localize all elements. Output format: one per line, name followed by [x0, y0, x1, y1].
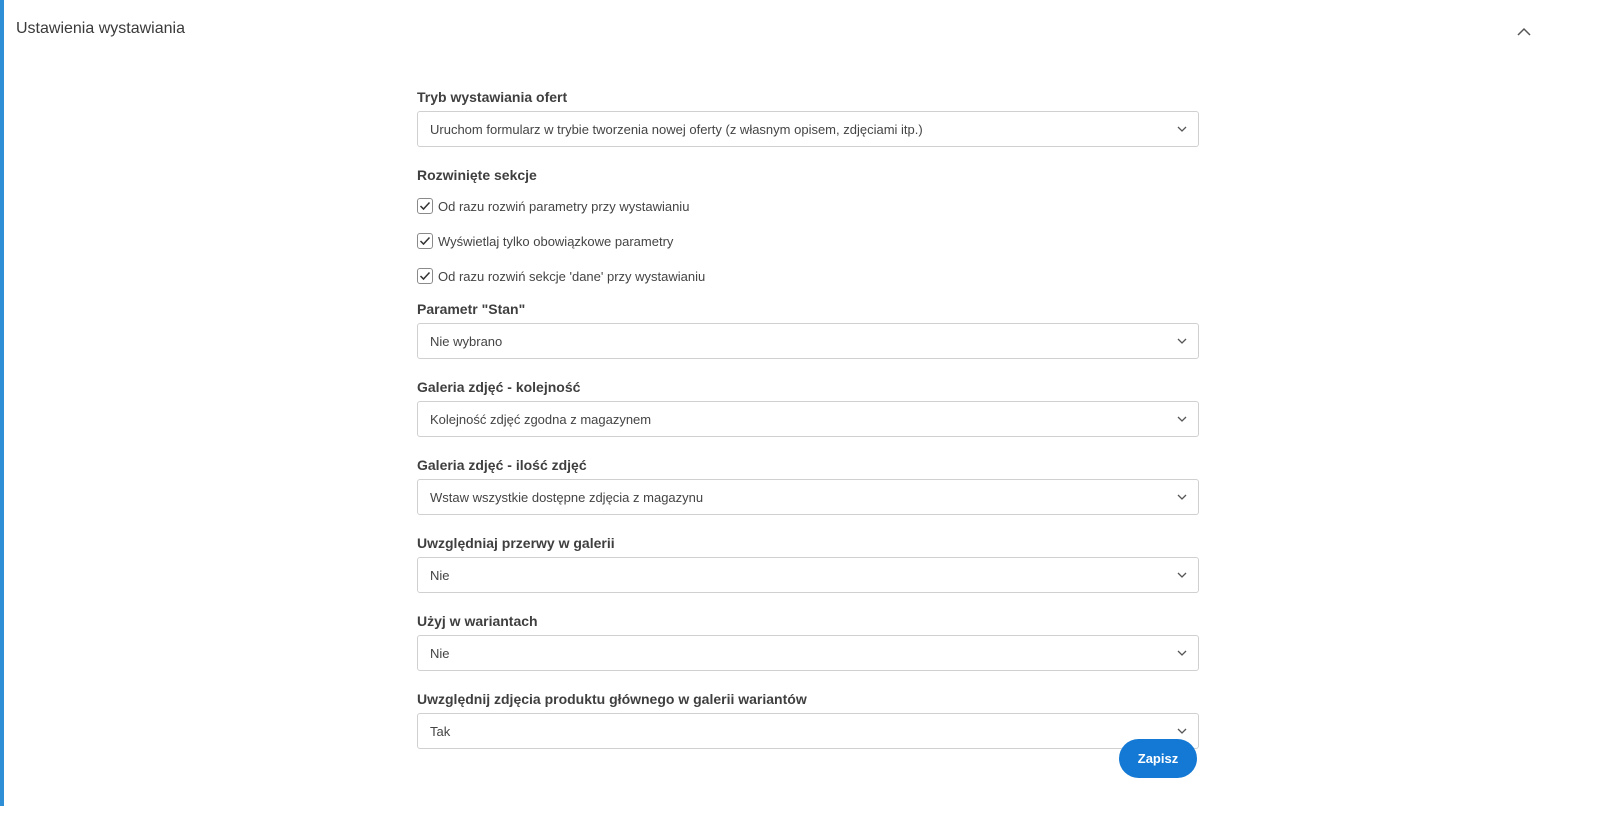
- save-button[interactable]: Zapisz: [1119, 739, 1197, 778]
- use-in-variants-select[interactable]: Nie: [417, 635, 1199, 671]
- main-product-photos-select[interactable]: Tak: [417, 713, 1199, 749]
- settings-panel: Ustawienia wystawiania Tryb wystawiania …: [0, 0, 1571, 806]
- checkbox-group: Od razu rozwiń parametry przy wystawiani…: [417, 196, 1199, 286]
- field-gallery-order: Galeria zdjęć - kolejność Kolejność zdję…: [417, 378, 1199, 437]
- field-sections: Rozwinięte sekcje Od razu rozwiń paramet…: [417, 166, 1199, 286]
- select-value: Tak: [430, 723, 451, 739]
- gallery-count-select[interactable]: Wstaw wszystkie dostępne zdjęcia z magaz…: [417, 479, 1199, 515]
- check-icon: [419, 271, 431, 281]
- field-label: Galeria zdjęć - ilość zdjęć: [417, 457, 587, 473]
- panel-title: Ustawienia wystawiania: [16, 20, 185, 37]
- field-condition: Parametr "Stan" Nie wybrano: [417, 300, 1199, 359]
- check-icon: [419, 201, 431, 211]
- field-label: Rozwinięte sekcje: [417, 167, 537, 183]
- chevron-up-icon: [1517, 23, 1531, 41]
- select-value: Nie wybrano: [430, 333, 503, 349]
- field-gallery-count: Galeria zdjęć - ilość zdjęć Wstaw wszyst…: [417, 456, 1199, 515]
- collapse-button[interactable]: [1514, 22, 1534, 42]
- checkbox[interactable]: [417, 198, 433, 214]
- chevron-down-icon: [1176, 335, 1188, 347]
- field-label: Użyj w wariantach: [417, 613, 538, 629]
- field-label: Galeria zdjęć - kolejność: [417, 379, 581, 395]
- field-gallery-breaks: Uwzględniaj przerwy w galerii Nie: [417, 534, 1199, 593]
- settings-form: Tryb wystawiania ofert Uruchom formularz…: [417, 88, 1199, 768]
- field-main-product-photos: Uwzględnij zdjęcia produktu głównego w g…: [417, 690, 1199, 749]
- field-label: Uwzględniaj przerwy w galerii: [417, 535, 615, 551]
- checkbox-label: Wyświetlaj tylko obowiązkowe parametry: [438, 233, 674, 249]
- checkbox-label: Od razu rozwiń sekcje 'dane' przy wystaw…: [438, 268, 706, 284]
- checkbox-label: Od razu rozwiń parametry przy wystawiani…: [438, 198, 690, 214]
- condition-select[interactable]: Nie wybrano: [417, 323, 1199, 359]
- checkbox-row[interactable]: Wyświetlaj tylko obowiązkowe parametry: [417, 231, 1199, 251]
- checkbox[interactable]: [417, 233, 433, 249]
- chevron-down-icon: [1176, 413, 1188, 425]
- field-label: Parametr "Stan": [417, 301, 526, 317]
- select-value: Nie: [430, 567, 450, 583]
- select-value: Kolejność zdjęć zgodna z magazynem: [430, 411, 652, 427]
- select-value: Uruchom formularz w trybie tworzenia now…: [430, 121, 923, 137]
- field-mode: Tryb wystawiania ofert Uruchom formularz…: [417, 88, 1199, 147]
- chevron-down-icon: [1176, 491, 1188, 503]
- checkbox-row[interactable]: Od razu rozwiń parametry przy wystawiani…: [417, 196, 1199, 216]
- field-label: Tryb wystawiania ofert: [417, 89, 568, 105]
- chevron-down-icon: [1176, 569, 1188, 581]
- check-icon: [419, 236, 431, 246]
- gallery-order-select[interactable]: Kolejność zdjęć zgodna z magazynem: [417, 401, 1199, 437]
- checkbox-row[interactable]: Od razu rozwiń sekcje 'dane' przy wystaw…: [417, 266, 1199, 286]
- select-value: Nie: [430, 645, 450, 661]
- checkbox[interactable]: [417, 268, 433, 284]
- select-value: Wstaw wszystkie dostępne zdjęcia z magaz…: [430, 489, 704, 505]
- chevron-down-icon: [1176, 725, 1188, 737]
- chevron-down-icon: [1176, 647, 1188, 659]
- field-use-in-variants: Użyj w wariantach Nie: [417, 612, 1199, 671]
- chevron-down-icon: [1176, 123, 1188, 135]
- mode-select[interactable]: Uruchom formularz w trybie tworzenia now…: [417, 111, 1199, 147]
- gallery-breaks-select[interactable]: Nie: [417, 557, 1199, 593]
- field-label: Uwzględnij zdjęcia produktu głównego w g…: [417, 691, 807, 707]
